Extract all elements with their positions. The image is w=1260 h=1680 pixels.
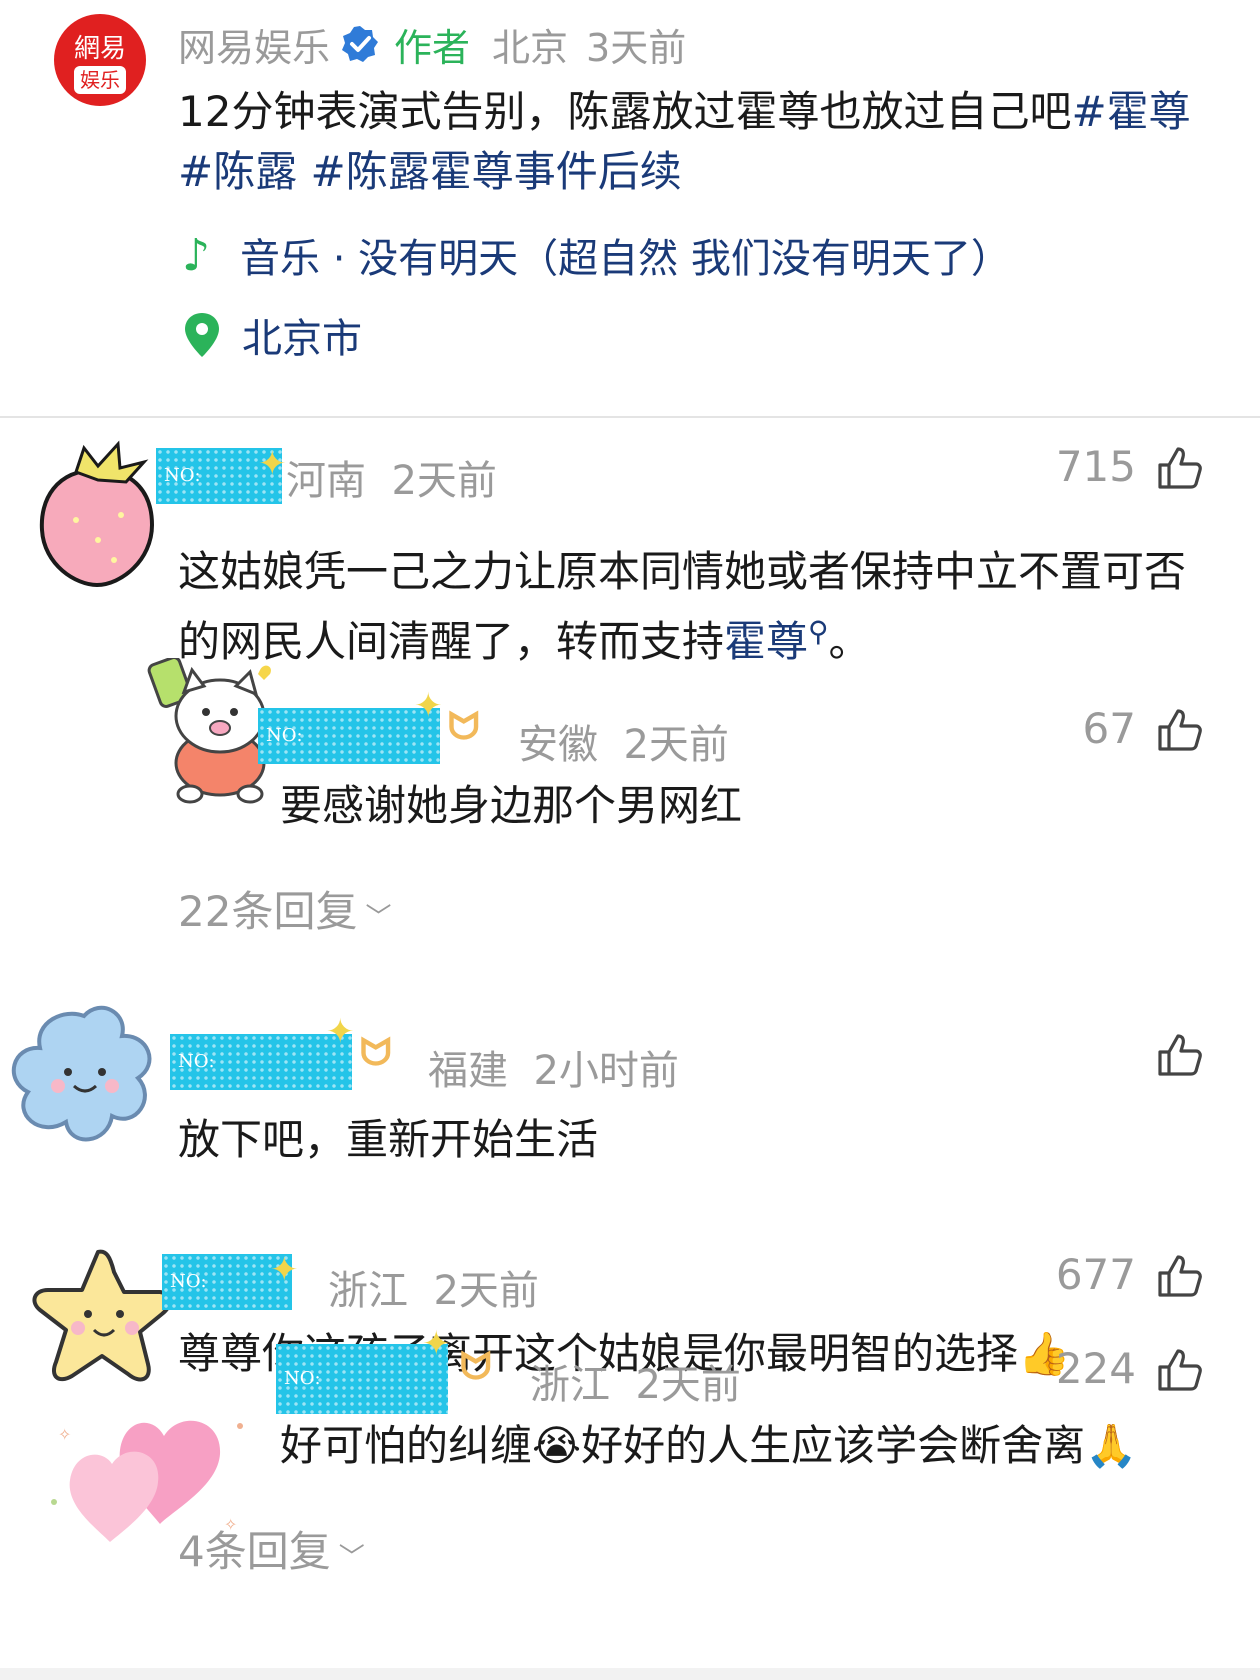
reply-time: 2天前 bbox=[635, 1362, 741, 1408]
reply-region: 安徽 bbox=[518, 722, 598, 768]
account-avatar[interactable]: 網易 娱乐 bbox=[54, 14, 146, 106]
post-header: 網易 娱乐 网易娱乐 作者 北京 3天前 12分钟表演式告别，陈露放过霍尊也放过… bbox=[0, 0, 1260, 416]
comment-time: 2天前 bbox=[433, 1268, 539, 1314]
reply-region: 浙江 bbox=[530, 1362, 610, 1408]
comment-item: NO: ✦ 浙江 2天前 677 尊尊你这孩子离开这个姑娘是你最明智的选择👍 ✧… bbox=[0, 1230, 1260, 1668]
bottom-bar bbox=[0, 1668, 1260, 1680]
view-replies-button[interactable]: 4条回复 ﹀ bbox=[178, 1518, 365, 1579]
like-count: 677 bbox=[1055, 1250, 1136, 1299]
bow-icon: ᗢ bbox=[360, 1030, 392, 1074]
thumbs-up-icon bbox=[1158, 446, 1202, 489]
sparkle-icon: ✦ bbox=[270, 1250, 299, 1290]
bow-icon: ᗢ bbox=[448, 704, 480, 748]
comment-meta: 福建 2小时前 bbox=[428, 1038, 679, 1096]
reply-meta: 安徽 2天前 bbox=[518, 712, 729, 770]
comment-meta: 河南 2天前 bbox=[286, 448, 497, 506]
like-button[interactable]: 67 bbox=[1083, 704, 1204, 753]
chevron-down-icon: ﹀ bbox=[338, 1543, 365, 1573]
view-replies-button[interactable]: 22条回复 ﹀ bbox=[178, 878, 391, 939]
like-button[interactable] bbox=[1136, 1030, 1204, 1078]
comment-item: NO: ✦ 河南 2天前 715 这姑娘凭一己之力让原本同情她或者保持中立不置可… bbox=[0, 418, 1260, 978]
verified-icon bbox=[342, 26, 379, 62]
like-count: 67 bbox=[1082, 704, 1136, 753]
comment-text-body: 这姑娘凭一己之力让原本同情她或者保持中立不置可否的网民人间清醒了，转而支持 bbox=[178, 547, 1187, 666]
thumbs-up-icon bbox=[1158, 1254, 1202, 1297]
reply-text: 好可怕的纠缠😭好好的人生应该学会断舍离🙏 bbox=[280, 1421, 1138, 1470]
reply-text: 要感谢她身边那个男网红 bbox=[280, 781, 743, 830]
like-count: 715 bbox=[1055, 442, 1136, 491]
comment-time: 2小时前 bbox=[533, 1048, 679, 1094]
flower-avatar[interactable] bbox=[4, 1002, 164, 1152]
logo-text-bottom: 娱乐 bbox=[74, 66, 126, 94]
sparkle-icon: ✦ bbox=[258, 444, 287, 484]
search-link[interactable]: 霍尊 bbox=[724, 617, 808, 666]
post-time: 3天前 bbox=[586, 25, 687, 70]
thumbs-up-icon bbox=[1158, 1034, 1202, 1076]
search-icon: ⚲ bbox=[808, 615, 829, 648]
username-badge[interactable]: NO: bbox=[258, 708, 440, 764]
post-title: 12分钟表演式告别，陈露放过霍尊也放过自己吧#霍尊 #陈露 #陈露霍尊事件后续 bbox=[178, 82, 1218, 202]
music-note-icon: ♪ bbox=[182, 229, 211, 281]
like-button[interactable]: 715 bbox=[1056, 442, 1204, 491]
sparkle-icon: ✦ bbox=[326, 1012, 355, 1052]
comment-region: 河南 bbox=[286, 458, 366, 504]
username-badge[interactable]: NO: bbox=[170, 1034, 352, 1090]
music-label: 音乐 · 没有明天（超自然 我们没有明天了） bbox=[240, 236, 1011, 282]
reply-count: 22条回复 bbox=[178, 887, 358, 936]
like-button[interactable]: 677 bbox=[1056, 1250, 1204, 1299]
like-button[interactable]: 224 bbox=[1056, 1344, 1204, 1393]
svg-text:✧: ✧ bbox=[58, 1425, 71, 1444]
account-name[interactable]: 网易娱乐 bbox=[178, 17, 330, 72]
like-count: 224 bbox=[1055, 1344, 1136, 1393]
thumbs-up-icon bbox=[1158, 1348, 1202, 1391]
location-link[interactable]: 北京市 bbox=[182, 306, 362, 364]
comment-item: NO: ✦ ᗢ 福建 2小时前 放下吧，重新开始生活 bbox=[0, 996, 1260, 1206]
comment-region: 福建 bbox=[428, 1048, 508, 1094]
reply-time: 2天前 bbox=[623, 722, 729, 768]
chevron-down-icon: ﹀ bbox=[365, 903, 392, 933]
comment-meta: 浙江 2天前 bbox=[328, 1258, 539, 1316]
comment-text: 放下吧，重新开始生活 bbox=[178, 1115, 599, 1164]
sparkle-icon: ✦ bbox=[414, 686, 443, 726]
post-meta: 网易娱乐 作者 北京 3天前 bbox=[178, 18, 686, 70]
reply-meta: 浙江 2天前 bbox=[530, 1352, 741, 1410]
reply-count: 4条回复 bbox=[178, 1527, 331, 1576]
star-avatar[interactable] bbox=[28, 1246, 178, 1388]
thumbs-up-icon bbox=[1158, 708, 1202, 751]
bow-icon: ᗢ bbox=[460, 1344, 492, 1388]
comment-text: 这姑娘凭一己之力让原本同情她或者保持中立不置可否的网民人间清醒了，转而支持霍尊⚲… bbox=[178, 542, 1218, 672]
location-pin-icon bbox=[185, 313, 219, 357]
comment-region: 浙江 bbox=[328, 1268, 408, 1314]
post-title-text: 12分钟表演式告别，陈露放过霍尊也放过自己吧 bbox=[178, 87, 1072, 136]
author-tag: 作者 bbox=[394, 25, 471, 70]
music-link[interactable]: ♪ 音乐 · 没有明天（超自然 我们没有明天了） bbox=[182, 226, 1011, 284]
strawberry-avatar[interactable] bbox=[36, 440, 158, 590]
comment-text-end: 。 bbox=[828, 617, 871, 666]
comment-time: 2天前 bbox=[391, 458, 497, 504]
post-location: 北京 bbox=[492, 25, 569, 70]
location-label: 北京市 bbox=[242, 316, 362, 362]
sparkle-icon: ✦ bbox=[422, 1324, 451, 1364]
logo-text-top: 網易 bbox=[73, 34, 126, 64]
